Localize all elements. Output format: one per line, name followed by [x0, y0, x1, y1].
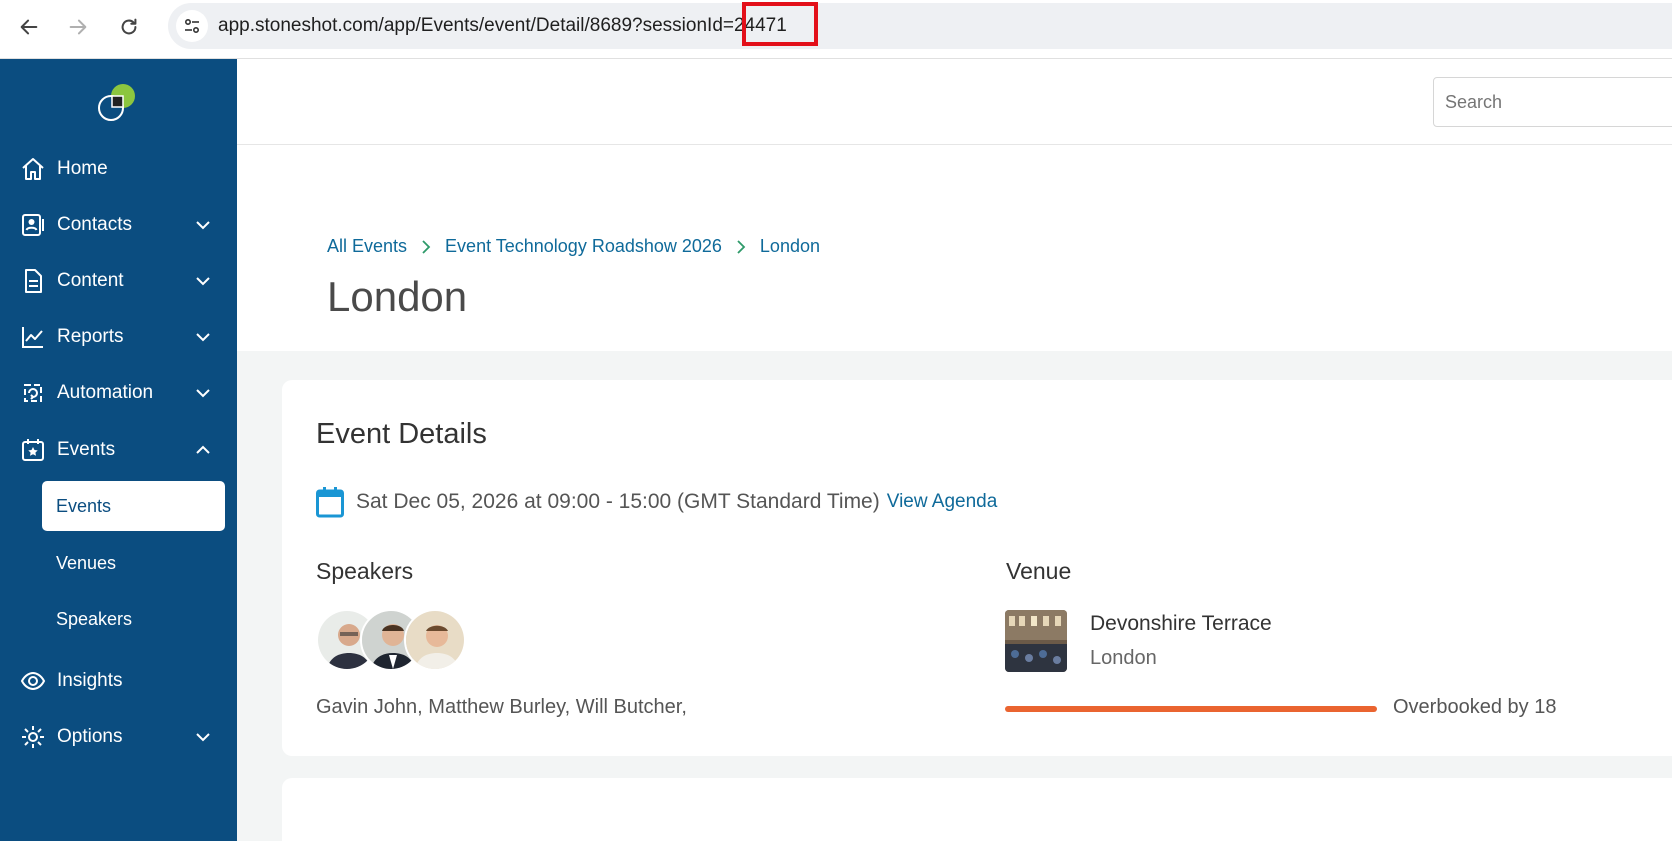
site-settings-icon[interactable] [176, 10, 208, 42]
sidebar-item-label: Options [57, 726, 123, 747]
speakers-heading: Speakers [316, 558, 414, 584]
document-icon [25, 269, 42, 293]
breadcrumb: All Events Event Technology Roadshow 202… [327, 236, 820, 257]
avatar[interactable] [404, 609, 466, 671]
speaker-names: Gavin John, Matthew Burley, Will Butcher… [316, 696, 687, 718]
sidebar-item-reports[interactable]: Reports [0, 313, 237, 361]
sidebar-item-automation[interactable]: Automation [0, 369, 237, 417]
capacity-status: Overbooked by 18 [1393, 696, 1557, 718]
sidebar: Home Contacts Content Reports Automation… [0, 59, 237, 841]
venue-city: London [1090, 647, 1157, 669]
sidebar-subitem-speakers[interactable]: Speakers [42, 594, 225, 644]
sidebar-item-home[interactable]: Home [0, 145, 237, 193]
gear-icon [22, 726, 44, 748]
calendar-icon [316, 487, 344, 518]
contacts-icon [22, 214, 44, 236]
chevron-up-icon[interactable] [193, 440, 213, 460]
sidebar-item-label: Home [57, 158, 108, 179]
page-title: London [327, 273, 468, 320]
search-input[interactable] [1433, 77, 1672, 127]
venue-heading: Venue [1006, 558, 1072, 584]
calendar-star-icon [22, 439, 44, 461]
sidebar-item-events[interactable]: Events [0, 426, 237, 474]
url-text[interactable]: app.stoneshot.com/app/Events/event/Detai… [218, 15, 787, 37]
back-icon[interactable] [14, 12, 44, 42]
sidebar-item-contacts[interactable]: Contacts [0, 201, 237, 249]
top-bar [237, 59, 1672, 145]
breadcrumb-all-events[interactable]: All Events [327, 236, 407, 257]
event-datetime-row: Sat Dec 05, 2026 at 09:00 - 15:00 (GMT S… [316, 486, 997, 518]
address-bar[interactable]: app.stoneshot.com/app/Events/event/Detai… [168, 3, 1672, 49]
reload-icon[interactable] [114, 12, 144, 42]
chevron-down-icon[interactable] [193, 727, 213, 747]
sidebar-item-label: Events [57, 439, 116, 460]
view-agenda-link[interactable]: View Agenda [887, 491, 998, 513]
chevron-down-icon[interactable] [193, 327, 213, 347]
capacity-bar [1005, 706, 1377, 712]
chevron-right-icon [737, 239, 746, 254]
breadcrumb-london[interactable]: London [760, 236, 820, 257]
chevron-down-icon[interactable] [193, 383, 213, 403]
sidebar-subitem-events[interactable]: Events [42, 481, 225, 531]
venue-name[interactable]: Devonshire Terrace [1090, 612, 1272, 636]
stoneshot-logo[interactable] [95, 81, 139, 125]
sidebar-item-label: Content [57, 270, 124, 291]
sidebar-item-label: Automation [57, 382, 154, 403]
chart-line-icon [22, 327, 43, 348]
chevron-right-icon [422, 239, 431, 254]
sidebar-item-label: Contacts [57, 214, 132, 235]
card-title: Event Details [316, 418, 487, 450]
chevron-down-icon[interactable] [193, 215, 213, 235]
sidebar-item-options[interactable]: Options [0, 713, 237, 761]
browser-toolbar: app.stoneshot.com/app/Events/event/Detai… [0, 0, 1672, 59]
sidebar-item-label: Insights [57, 670, 123, 691]
breadcrumb-roadshow[interactable]: Event Technology Roadshow 2026 [445, 236, 722, 257]
event-datetime: Sat Dec 05, 2026 at 09:00 - 15:00 (GMT S… [356, 490, 880, 513]
url-highlight-box [742, 2, 818, 46]
automation-icon [24, 384, 42, 402]
capacity-bar-fill [1005, 706, 1377, 712]
event-details-card: Event Details Sat Dec 05, 2026 at 09:00 … [282, 380, 1672, 756]
sidebar-item-label: Reports [57, 326, 124, 347]
sidebar-item-content[interactable]: Content [0, 257, 237, 305]
sidebar-item-insights[interactable]: Insights [0, 657, 237, 705]
forward-icon[interactable] [63, 12, 93, 42]
next-card [282, 778, 1672, 841]
venue-image[interactable] [1005, 610, 1067, 672]
sidebar-subitem-venues[interactable]: Venues [42, 538, 225, 588]
home-icon [22, 158, 44, 180]
eye-icon [20, 671, 46, 691]
page-header: All Events Event Technology Roadshow 202… [237, 145, 1672, 351]
chevron-down-icon[interactable] [193, 271, 213, 291]
